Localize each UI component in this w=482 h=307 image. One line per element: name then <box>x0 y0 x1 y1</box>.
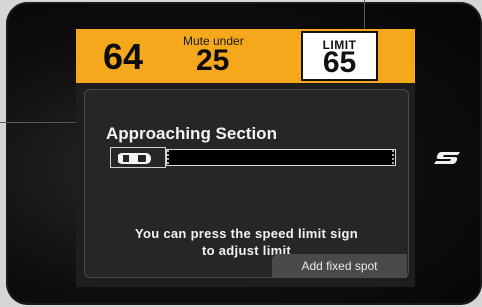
limit-value: 65 <box>322 46 357 79</box>
mute-under-value: 25 <box>196 44 230 77</box>
speed-limit-sign[interactable]: LIMIT 65 <box>301 31 378 81</box>
current-speed: 64 <box>103 36 144 77</box>
add-fixed-spot-button[interactable]: Add fixed spot <box>272 254 407 278</box>
hint-line-1: You can press the speed limit sign <box>134 226 359 241</box>
panel-title: Approaching Section <box>106 124 277 143</box>
leader-line-left <box>0 122 80 123</box>
display-screen: 64 Mute under 25 LIMIT 65 Approaching Se… <box>76 29 415 287</box>
approaching-section-panel: Approaching Section You can press the sp… <box>84 89 409 278</box>
speed-header: 64 Mute under 25 LIMIT 65 <box>76 29 415 83</box>
section-progress-bar <box>166 149 396 166</box>
car-icon <box>115 153 151 164</box>
vehicle-position-box <box>110 147 166 168</box>
brand-logo-icon <box>434 152 460 164</box>
section-progress-track <box>110 147 402 168</box>
